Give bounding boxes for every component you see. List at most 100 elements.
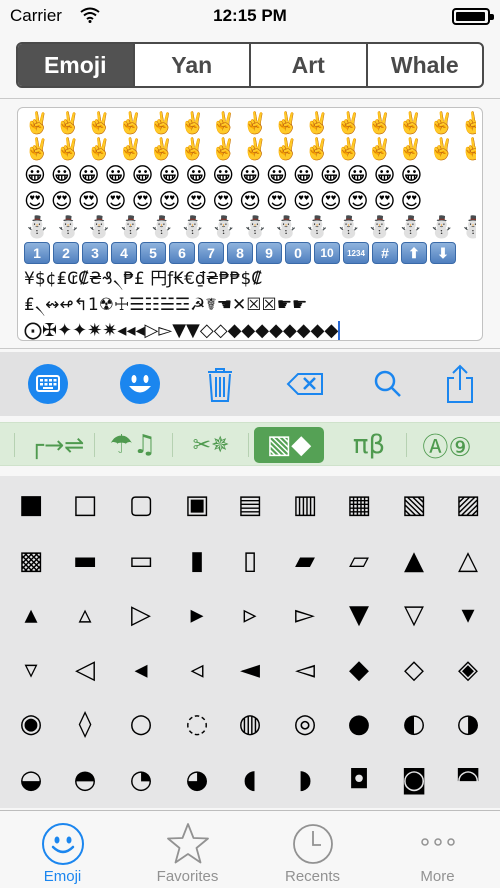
keycap: 0: [285, 242, 311, 264]
text-row-victory-hands-1: ✌️✌️✌️✌️✌️✌️✌️✌️✌️✌️✌️✌️✌️✌️✌️: [24, 111, 476, 135]
star-icon: [166, 823, 209, 864]
symbol-cell[interactable]: ▢: [113, 477, 169, 533]
symbol-cell[interactable]: ▹: [222, 587, 278, 643]
battery-tip: [490, 14, 494, 20]
category-greek-letters[interactable]: πβ: [336, 427, 402, 463]
symbol-cell[interactable]: ▯: [222, 533, 278, 589]
segment-whale[interactable]: Whale: [365, 44, 483, 86]
symbol-cell[interactable]: ◐: [386, 696, 442, 752]
category-geometric-shapes[interactable]: ▧◆: [254, 427, 324, 463]
keycap: 5: [140, 242, 166, 264]
text-row-number-keycaps: 1 2 3 4 5 6 7 8 9 0 10 1234 # ⬆ ⬇: [24, 240, 476, 266]
symbol-cell[interactable]: ◁: [57, 642, 113, 698]
symbol-cell[interactable]: ▬: [57, 533, 113, 589]
clock-icon: [292, 824, 333, 864]
symbol-cell[interactable]: ◘: [331, 752, 387, 808]
symbol-cell[interactable]: ◗: [277, 752, 333, 808]
delete-backspace-icon[interactable]: [284, 362, 328, 406]
symbol-cell[interactable]: ▨: [440, 477, 496, 533]
symbol-cell[interactable]: ▦: [331, 477, 387, 533]
category-arrows[interactable]: ┌→⇌: [24, 427, 90, 463]
symbol-cell[interactable]: ◔: [113, 752, 169, 808]
tab-bar: Emoji Favorites Recents More: [0, 810, 500, 888]
tab-emoji[interactable]: Emoji: [0, 811, 125, 888]
ellipsis-icon: [420, 838, 455, 846]
tab-more[interactable]: More: [375, 811, 500, 888]
symbol-cell[interactable]: ◓: [57, 752, 113, 808]
tab-emoji-label: Emoji: [43, 868, 82, 885]
symbol-cell[interactable]: ▥: [277, 477, 333, 533]
symbol-cell[interactable]: ◆: [331, 642, 387, 698]
symbol-cell[interactable]: ◃: [169, 642, 225, 698]
category-divider: [94, 433, 95, 457]
app-screen: Carrier 12:15 PM Emoji Yan Art Whale ✌️✌…: [0, 0, 500, 888]
symbol-cell[interactable]: ◌: [169, 696, 225, 752]
category-weather-music[interactable]: ☂♫: [100, 427, 166, 463]
trash-icon[interactable]: [198, 362, 242, 406]
symbol-cell[interactable]: ◇: [386, 642, 442, 698]
symbol-cell[interactable]: ◄: [222, 642, 278, 698]
symbol-cell[interactable]: ▤: [222, 477, 278, 533]
symbol-cell[interactable]: ▿: [3, 642, 59, 698]
symbol-cell[interactable]: ○: [113, 696, 169, 752]
symbol-cell[interactable]: ■: [3, 477, 59, 533]
symbol-cell[interactable]: ▴: [3, 587, 59, 643]
symbol-cell[interactable]: ▾: [440, 587, 496, 643]
symbol-cell[interactable]: △: [440, 533, 496, 589]
symbol-cell[interactable]: □: [57, 477, 113, 533]
divider: [0, 348, 500, 349]
segment-emoji[interactable]: Emoji: [18, 44, 133, 86]
symbol-cell[interactable]: ◕: [169, 752, 225, 808]
category-scissors-stars[interactable]: ✂✵: [178, 427, 244, 463]
symbol-cell[interactable]: ◉: [3, 696, 59, 752]
symbol-cell[interactable]: ▷: [113, 587, 169, 643]
symbol-cell[interactable]: ▰: [277, 533, 333, 589]
symbol-cell[interactable]: ◒: [3, 752, 59, 808]
symbol-cell[interactable]: ▣: [169, 477, 225, 533]
tab-recents-label: Recents: [284, 868, 341, 885]
divider: [0, 98, 500, 99]
keyboard-icon[interactable]: [26, 362, 70, 406]
tab-recents[interactable]: Recents: [250, 811, 375, 888]
tab-favorites[interactable]: Favorites: [125, 811, 250, 888]
symbol-cell[interactable]: ▸: [169, 587, 225, 643]
composed-text-area[interactable]: ✌️✌️✌️✌️✌️✌️✌️✌️✌️✌️✌️✌️✌️✌️✌️ ✌️✌️✌️✌️✌…: [17, 107, 483, 341]
segment-art[interactable]: Art: [249, 44, 366, 86]
symbol-category-strip: ┌→⇌ ☂♫ ✂✵ ▧◆ πβ Ⓐ⑨: [0, 422, 500, 466]
share-icon[interactable]: [438, 362, 482, 406]
category-enclosed-alphanumerics[interactable]: Ⓐ⑨: [412, 427, 482, 463]
keycap: 10: [314, 242, 340, 264]
tab-more-label: More: [420, 868, 455, 885]
text-row-currency-symbols: ¥$¢₤₢₡₴₰৲₱£ 円ƒ₭€₫₴₱₱$₡: [24, 269, 263, 289]
search-icon[interactable]: [366, 362, 410, 406]
symbol-cell[interactable]: ▩: [3, 533, 59, 589]
symbol-cell[interactable]: ◙: [386, 752, 442, 808]
symbol-cell[interactable]: ▱: [331, 533, 387, 589]
symbol-cell[interactable]: ◂: [113, 642, 169, 698]
symbol-cell[interactable]: ◍: [222, 696, 278, 752]
symbol-cell[interactable]: ▧: [386, 477, 442, 533]
symbol-cell[interactable]: ▻: [277, 587, 333, 643]
symbol-cell[interactable]: ▵: [57, 587, 113, 643]
keycap: 8: [227, 242, 253, 264]
symbol-cell[interactable]: ◖: [222, 752, 278, 808]
symbol-cell[interactable]: ●: [331, 696, 387, 752]
symbol-cell[interactable]: ▼: [331, 587, 387, 643]
symbol-cell[interactable]: ▭: [113, 533, 169, 589]
category-divider: [172, 433, 173, 457]
keycap: 1: [24, 242, 50, 264]
symbol-cell[interactable]: ▮: [169, 533, 225, 589]
symbol-cell[interactable]: ◅: [277, 642, 333, 698]
segment-yan[interactable]: Yan: [132, 44, 250, 86]
keycap: 7: [198, 242, 224, 264]
symbol-cell[interactable]: ▽: [386, 587, 442, 643]
symbol-cell[interactable]: ▲: [386, 533, 442, 589]
symbol-cell[interactable]: ◎: [277, 696, 333, 752]
emoji-face-icon[interactable]: [118, 362, 162, 406]
symbol-cell[interactable]: ◊: [57, 696, 113, 752]
symbol-cell[interactable]: ◈: [440, 642, 496, 698]
symbol-cell[interactable]: ◑: [440, 696, 496, 752]
text-row-snowmen: ⛄⛄⛄⛄⛄⛄⛄⛄⛄⛄⛄⛄⛄⛄⛄: [24, 215, 476, 239]
status-bar: Carrier 12:15 PM: [0, 0, 500, 34]
symbol-cell[interactable]: ◚: [440, 752, 496, 808]
